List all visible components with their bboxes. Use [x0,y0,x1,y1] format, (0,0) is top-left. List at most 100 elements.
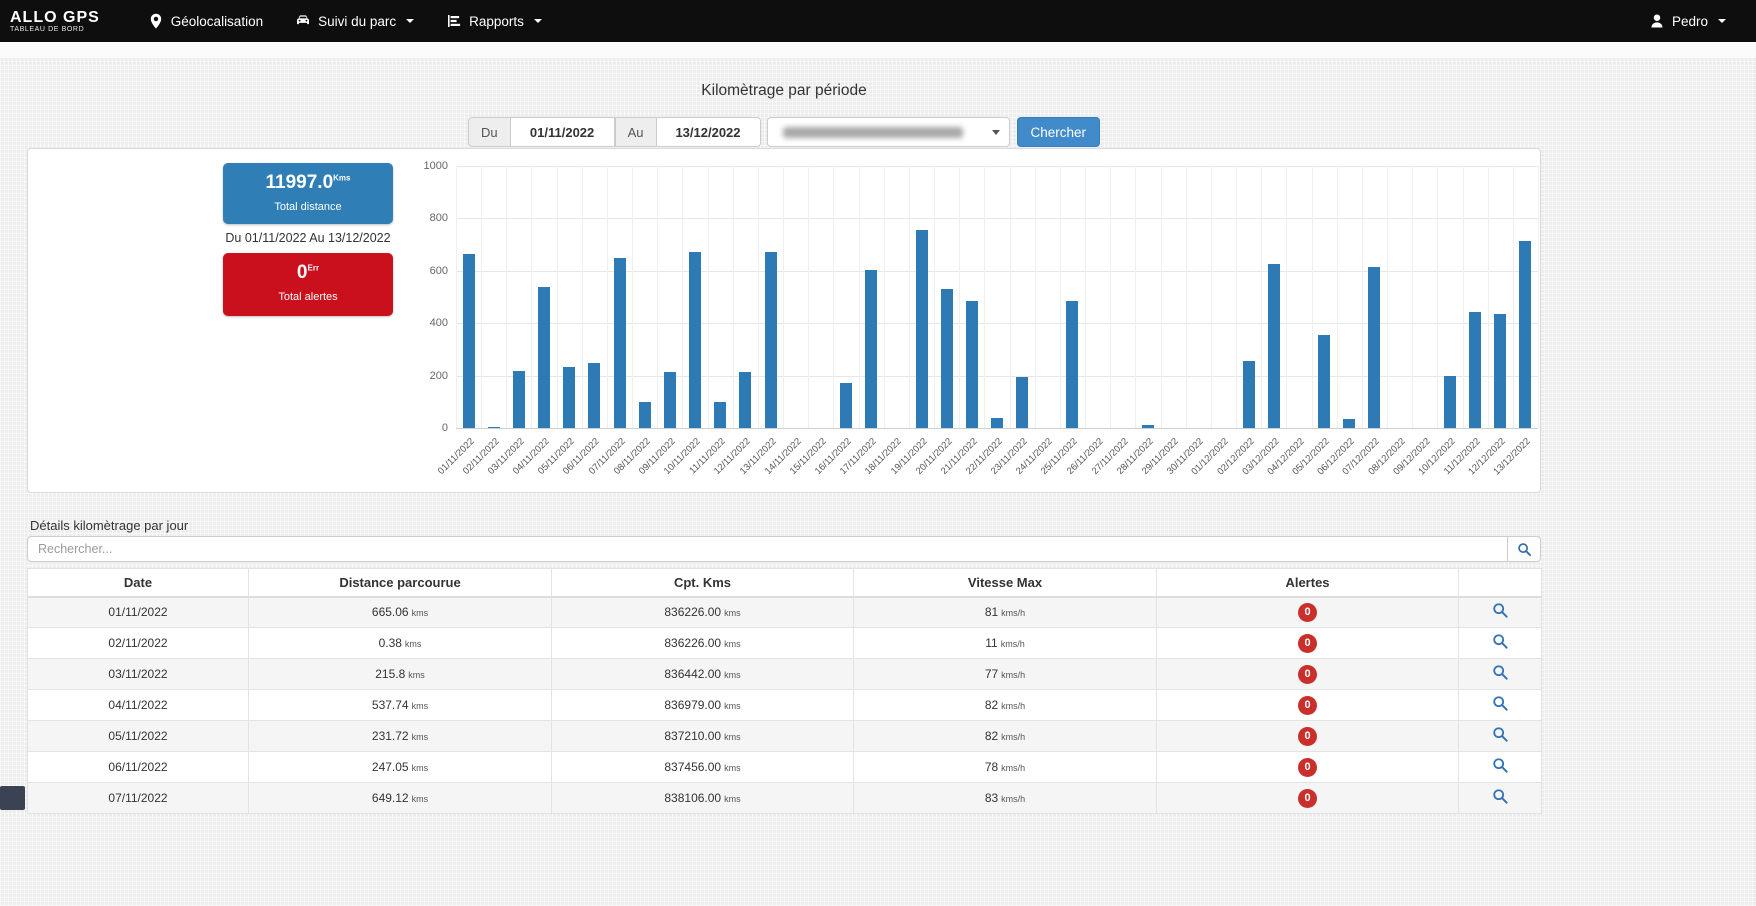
row-detail-search-button[interactable] [1492,633,1509,650]
chevron-down-icon [534,19,542,23]
header-strip [0,42,1756,58]
dashboard-page: ALLO GPS TABLEAU DE BORD Géolocalisation… [0,0,1756,906]
chart-gridline [884,166,885,428]
chart-gridline [1538,166,1539,428]
cell-alerts: 0 [1157,752,1459,783]
chart-gridline [1437,166,1438,428]
row-detail-search-button[interactable] [1492,757,1509,774]
date-to-input[interactable] [657,117,761,147]
table-search-group [27,536,1541,562]
table-row: 01/11/2022 665.06kms 836226.00kms 81kms/… [28,597,1542,628]
col-vitesse-max: Vitesse Max [854,569,1157,597]
chart-gridline [909,166,910,428]
chart-bar-06-11-2022 [588,363,600,428]
chart-gridline [833,166,834,428]
chart-gridline [481,166,482,428]
cell-alerts: 0 [1157,628,1459,659]
cell-vmax: 83kms/h [854,783,1157,814]
search-icon [1517,542,1532,557]
search-input[interactable] [27,536,1508,562]
row-detail-search-button[interactable] [1492,695,1509,712]
nav-item-suivi-du-parc[interactable]: Suivi du parc [279,0,430,42]
total-distance-card: 11997.0Kms Total distance [223,163,393,224]
cell-vmax: 82kms/h [854,721,1157,752]
chart-bar-06-12-2022 [1343,419,1355,428]
chart-bar-23-11-2022 [1016,377,1028,428]
cell-cpt: 836442.00kms [552,659,854,690]
chart-gridline [582,166,583,428]
chart-bar-10-12-2022 [1444,376,1456,428]
chart-gridline [1060,166,1061,428]
chart-gridline [859,166,860,428]
row-detail-search-button[interactable] [1492,664,1509,681]
row-detail-search-button[interactable] [1492,788,1509,805]
col-date: Date [28,569,249,597]
chart-bar-11-11-2022 [714,402,726,428]
chart-bar-07-11-2022 [614,258,626,428]
details-heading: Détails kilomètrage par jour [30,518,188,533]
cell-date: 02/11/2022 [28,628,249,659]
nav-item-geolocalisation[interactable]: Géolocalisation [132,0,279,42]
cell-vmax: 81kms/h [854,597,1157,628]
row-detail-search-button[interactable] [1492,726,1509,743]
chart-gridline [1161,166,1162,428]
cell-action [1459,659,1542,690]
cell-action [1459,628,1542,659]
chart-gridline [1110,166,1111,428]
chart-gridline [934,166,935,428]
chart-gridline [1362,166,1363,428]
cell-alerts: 0 [1157,783,1459,814]
chercher-button[interactable]: Chercher [1017,117,1101,147]
kilometrage-bar-chart: 0200400600800100001/11/202202/11/202203/… [456,166,1538,428]
distance-unit: Kms [333,174,350,183]
row-detail-search-button[interactable] [1492,602,1509,619]
chart-bar-12-11-2022 [739,372,751,428]
user-menu[interactable]: Pedro [1633,0,1742,42]
vehicle-select[interactable] [767,117,1010,147]
col-alertes: Alertes [1157,569,1459,597]
cell-alerts: 0 [1157,721,1459,752]
user-icon [1649,13,1665,29]
alerts-badge: 0 [1298,758,1317,777]
table-row: 02/11/2022 0.38kms 836226.00kms 11kms/h … [28,628,1542,659]
total-distance-value: 11997.0Kms [223,163,393,194]
total-alerts-card: 0Err Total alertes [223,253,393,316]
alerts-badge: 0 [1298,603,1317,622]
search-icon [1492,695,1509,712]
y-axis-tick-label: 0 [412,422,448,434]
chart-gridline [1513,166,1514,428]
brand-title: ALLO GPS [10,9,100,26]
chart-bar-09-11-2022 [664,372,676,428]
cell-date: 03/11/2022 [28,659,249,690]
nav-item-label: Géolocalisation [171,14,263,29]
chart-gridline [456,166,1538,167]
cell-action [1459,752,1542,783]
nav-item-rapports[interactable]: Rapports [430,0,558,42]
chart-bar-28-11-2022 [1142,425,1154,428]
cell-cpt: 838106.00kms [552,783,854,814]
chart-gridline [783,166,784,428]
chart-gridline [1337,166,1338,428]
search-icon [1492,602,1509,619]
chart-gridline [1412,166,1413,428]
alerts-badge: 0 [1298,789,1317,808]
chart-gridline [758,166,759,428]
chart-gridline [1387,166,1388,428]
search-button[interactable] [1508,536,1541,562]
period-range-text: Du 01/11/2022 Au 13/12/2022 [168,231,448,245]
chevron-down-icon [992,130,1000,135]
chart-gridline [456,166,457,428]
date-from-input[interactable] [511,117,615,147]
cell-distance: 0.38kms [249,628,552,659]
chart-bar-17-11-2022 [865,270,877,428]
cell-date: 07/11/2022 [28,783,249,814]
nav-item-label: Suivi du parc [318,14,396,29]
chart-bar-25-11-2022 [1066,301,1078,428]
chart-bar-01-11-2022 [463,254,475,428]
chart-bar-05-12-2022 [1318,335,1330,428]
cell-cpt: 836226.00kms [552,597,854,628]
chart-bar-11-12-2022 [1469,312,1481,428]
kilometrage-panel: 11997.0Kms Total distance Du 01/11/2022 … [27,148,1541,493]
main-container: Kilomètrage par période Du Au Chercher 1… [27,58,1541,906]
brand-logo[interactable]: ALLO GPS TABLEAU DE BORD [0,9,114,33]
